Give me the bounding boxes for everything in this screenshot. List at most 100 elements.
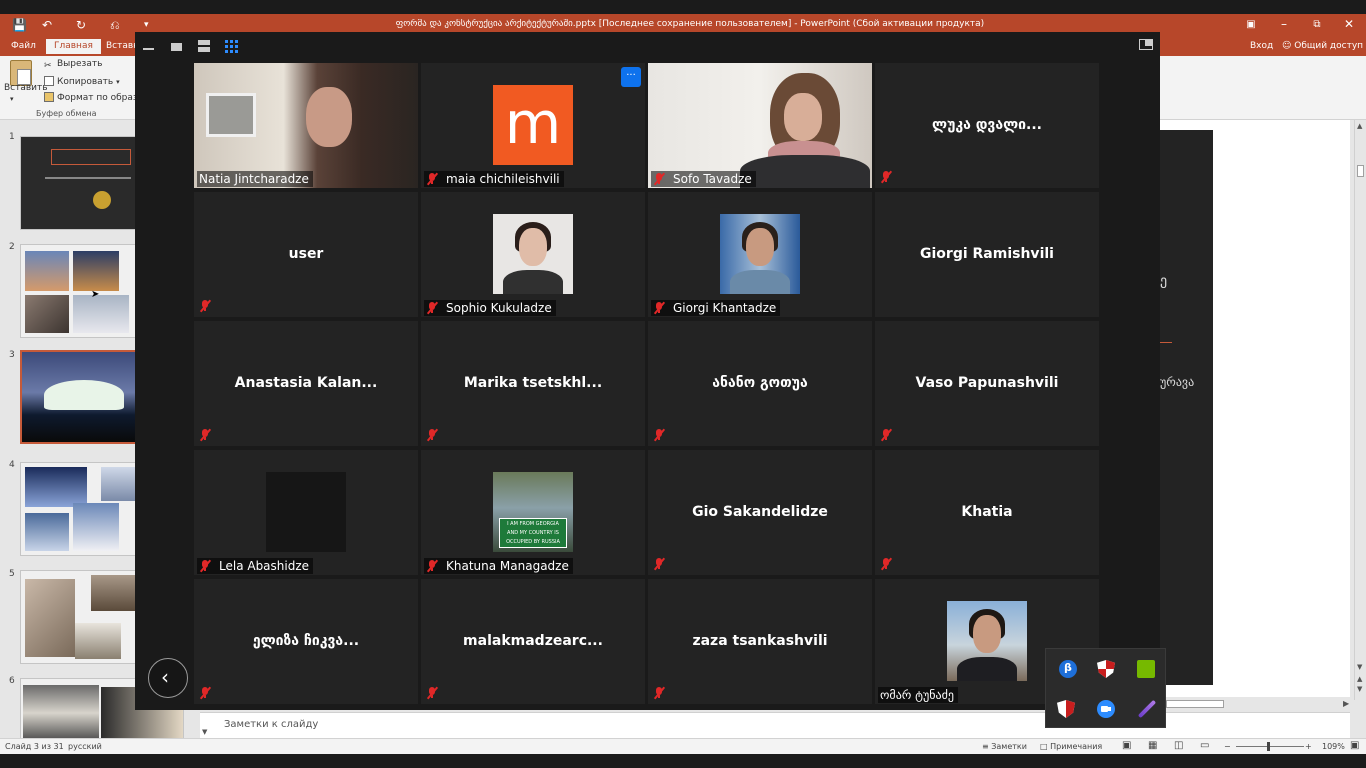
participant-tile[interactable]: ანანო გოთუა	[648, 321, 872, 446]
participant-tile[interactable]: ლუკა დვალი...	[875, 63, 1099, 188]
participant-tile[interactable]: m ··· maia chichileishvili	[421, 63, 645, 188]
participant-tile[interactable]: Marika tsetskhl...	[421, 321, 645, 446]
nvidia-icon[interactable]	[1137, 660, 1155, 678]
tab-file[interactable]: Файл	[11, 41, 36, 51]
mic-muted-icon	[653, 172, 666, 186]
slideshow-view-icon[interactable]: ▭	[1200, 740, 1209, 751]
slide-thumbnail-1[interactable]	[20, 136, 138, 230]
minimize-icon[interactable]: –	[1269, 17, 1299, 31]
bluetooth-icon[interactable]: β	[1059, 660, 1077, 678]
format-painter-button[interactable]: Формат по образцу	[44, 92, 149, 103]
slide-number: 3	[9, 350, 15, 360]
photo	[101, 467, 137, 501]
ribbon-display-icon[interactable]: ▣	[1236, 19, 1266, 30]
participant-tile[interactable]: Giorgi Ramishvili	[875, 192, 1099, 317]
pen-icon[interactable]	[1137, 699, 1157, 719]
notes-button[interactable]: ≡ Заметки	[982, 742, 1027, 751]
participant-tile[interactable]: malakmadzearc...	[421, 579, 645, 704]
strip-view-icon[interactable]	[198, 40, 210, 52]
participant-tile[interactable]: ელიზა ჩიკვა...	[194, 579, 418, 704]
mic-muted-icon	[199, 686, 212, 700]
copy-button[interactable]: Копировать ▾	[44, 76, 120, 87]
security-shield-icon[interactable]	[1097, 660, 1115, 678]
defender-shield-icon[interactable]	[1057, 700, 1075, 718]
participant-tile[interactable]: Lela Abashidze	[194, 450, 418, 575]
copy-dropdown-icon[interactable]: ▾	[116, 78, 120, 86]
scroll-down-icon[interactable]: ▼	[1357, 663, 1362, 671]
zoom-in-icon[interactable]: +	[1305, 742, 1312, 751]
current-slide[interactable]	[1160, 130, 1213, 685]
redo-icon[interactable]: ↻	[76, 18, 86, 32]
close-icon[interactable]: ✕	[1334, 17, 1364, 31]
wall-picture	[206, 93, 256, 137]
notes-pane[interactable]: Заметки к слайду ▼	[200, 712, 1350, 738]
participant-name-large: Gio Sakandelidze	[692, 504, 828, 520]
share-button[interactable]: ☺ Общий доступ	[1282, 41, 1363, 51]
minimize-video-icon[interactable]	[143, 48, 154, 50]
more-options-button[interactable]: ···	[621, 67, 641, 87]
zoom-slider[interactable]	[1236, 746, 1304, 747]
participant-tile[interactable]: Anastasia Kalan...	[194, 321, 418, 446]
fit-slide-icon[interactable]: ▣	[1350, 740, 1359, 751]
previous-page-button[interactable]: ‹	[148, 658, 188, 698]
participant-tile[interactable]: user	[194, 192, 418, 317]
zoom-slider-thumb[interactable]	[1267, 742, 1270, 751]
avatar	[493, 214, 573, 294]
scrollbar-thumb[interactable]	[1166, 700, 1224, 708]
previous-slide-icon[interactable]: ▲	[1357, 675, 1362, 683]
zoom-out-icon[interactable]: −	[1224, 742, 1231, 751]
participant-tile[interactable]: I AM FROM GEORGIA AND MY COUNTRY IS OCCUPI…	[421, 450, 645, 575]
language-indicator[interactable]: русский	[68, 742, 102, 751]
participant-tile[interactable]: zaza tsankashvili	[648, 579, 872, 704]
screen-bottom-border	[0, 754, 1366, 768]
next-slide-icon[interactable]: ▼	[1357, 685, 1362, 693]
slide-thumbnail-2[interactable]: ➤	[20, 244, 138, 338]
participant-name-large: Giorgi Ramishvili	[920, 246, 1054, 262]
photo	[25, 251, 69, 291]
horizontal-scrollbar[interactable]: ▶	[1160, 697, 1354, 711]
paste-button[interactable]: Вставить	[4, 83, 48, 93]
participant-tile[interactable]: Giorgi Khantadze	[648, 192, 872, 317]
save-icon[interactable]: 💾	[12, 18, 27, 32]
participant-tile[interactable]: Vaso Papunashvili	[875, 321, 1099, 446]
speaker-view-icon[interactable]	[171, 43, 182, 51]
vertical-scrollbar[interactable]: ▲ ▼ ▲ ▼	[1354, 120, 1366, 700]
undo-icon[interactable]: ↶	[42, 18, 52, 32]
participant-tile[interactable]: Sophio Kukuladze	[421, 192, 645, 317]
tab-home[interactable]: Главная	[46, 39, 101, 54]
participant-name: Sofo Tavadze	[673, 172, 752, 186]
mic-muted-icon	[653, 686, 666, 700]
comments-button[interactable]: □ Примечания	[1040, 742, 1102, 751]
reading-view-icon[interactable]: ◫	[1174, 740, 1183, 751]
participant-tile[interactable]: Khatia	[875, 450, 1099, 575]
participant-tile[interactable]: Natia Jintcharadze	[194, 63, 418, 188]
slide-thumbnail-4[interactable]	[20, 462, 138, 556]
zoom-level[interactable]: 109%	[1322, 742, 1345, 751]
exit-fullscreen-icon[interactable]	[1139, 39, 1153, 50]
participant-tile[interactable]: Gio Sakandelidze	[648, 450, 872, 575]
participant-name-large: malakmadzearc...	[463, 633, 603, 649]
scroll-right-icon[interactable]: ▶	[1343, 699, 1349, 708]
participant-tile[interactable]: Sofo Tavadze	[648, 63, 872, 188]
scrollbar-thumb[interactable]	[1357, 165, 1364, 177]
cut-button[interactable]: ✂ Вырезать	[44, 59, 102, 71]
start-slideshow-icon[interactable]: ⎌	[110, 18, 120, 33]
scroll-up-icon[interactable]: ▲	[1357, 122, 1362, 130]
customize-toolbar-icon[interactable]: ▾	[144, 20, 149, 30]
slide-number: 1	[9, 132, 15, 142]
grid-view-icon[interactable]	[225, 40, 238, 53]
participant-name-label: Giorgi Khantadze	[651, 300, 781, 316]
paste-dropdown-icon[interactable]: ▾	[10, 95, 14, 103]
normal-view-icon[interactable]: ▣	[1122, 740, 1131, 751]
sign-line: I AM FROM GEORGIA	[507, 521, 559, 527]
slide-thumbnails-panel[interactable]: 1 2 ➤ 3 4 5 6	[0, 120, 184, 740]
zoom-app-icon[interactable]	[1097, 700, 1115, 718]
restore-icon[interactable]: ⧉	[1302, 19, 1332, 30]
participant-name-large: Vaso Papunashvili	[915, 375, 1059, 391]
slide-thumbnail-5[interactable]	[20, 570, 138, 664]
status-bar: Слайд 3 из 31 русский ≡ Заметки □ Примеч…	[0, 738, 1366, 754]
slide-sorter-icon[interactable]: ▦	[1148, 740, 1157, 751]
notes-scroll-icon[interactable]: ▼	[202, 728, 207, 736]
slide-thumbnail-3[interactable]	[20, 350, 138, 444]
signin-link[interactable]: Вход	[1250, 41, 1273, 51]
